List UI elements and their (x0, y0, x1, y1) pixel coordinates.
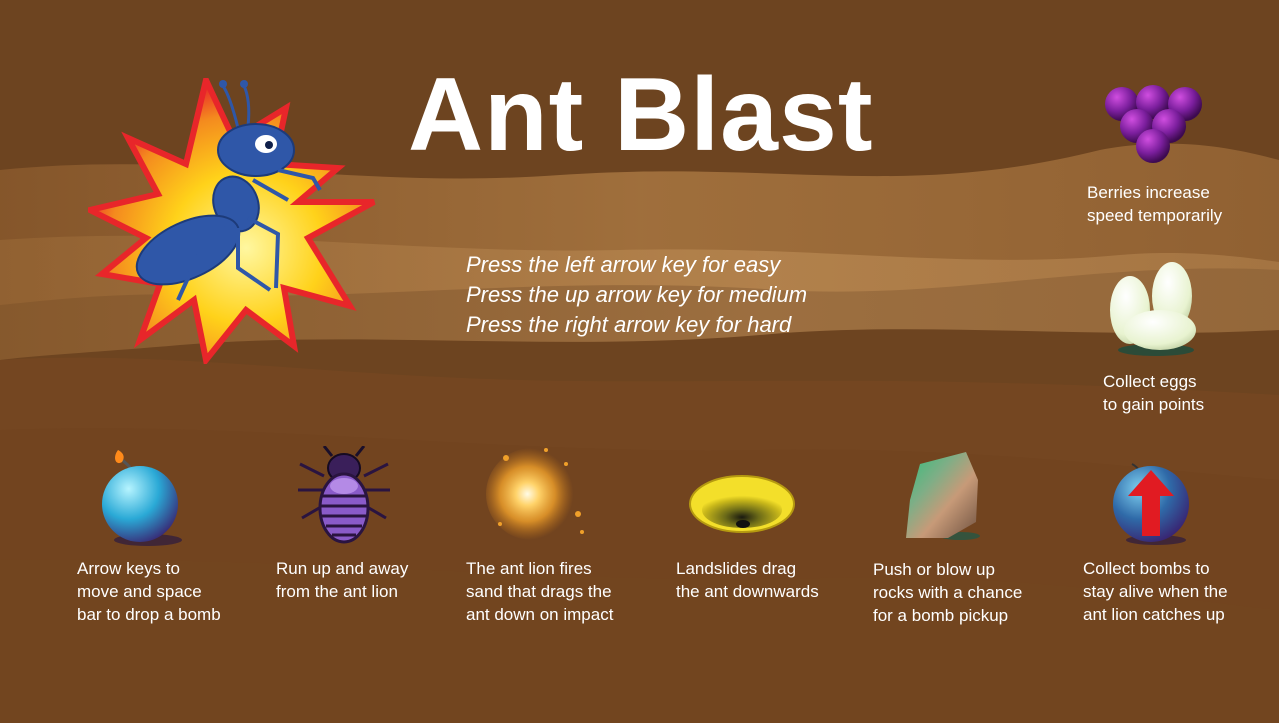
bomb-icon (102, 450, 182, 546)
rock-icon (906, 452, 980, 540)
landslide-hole-icon (689, 475, 795, 533)
eggs-icon (1110, 262, 1196, 356)
berries-icon (1105, 85, 1202, 163)
rock-caption: Push or blow up rocks with a chance for … (873, 560, 1023, 625)
landslide-caption: Landslides drag the ant downwards (676, 559, 819, 601)
title-screen: Ant Blast Press the left arrow key for e… (0, 0, 1279, 723)
sand-blast-caption: The ant lion fires sand that drags the a… (466, 559, 614, 624)
hard-instruction: Press the right arrow key for hard (466, 312, 792, 337)
eggs-caption: Collect eggs to gain points (1103, 372, 1205, 414)
easy-instruction: Press the left arrow key for easy (466, 252, 781, 277)
sand-blast-icon (486, 448, 584, 540)
ant-lion-icon (298, 446, 390, 544)
bomb-caption: Arrow keys to move and space bar to drop… (77, 559, 221, 624)
berries-caption: Berries increase speed temporarily (1087, 183, 1223, 225)
difficulty-instructions: Press the left arrow key for easy Press … (466, 250, 807, 340)
ant-explosion-logo (88, 78, 376, 364)
ant-lion-caption: Run up and away from the ant lion (276, 559, 409, 601)
bomb-pickup-icon (1113, 463, 1189, 545)
bomb-pickup-caption: Collect bombs to stay alive when the ant… (1083, 559, 1228, 624)
medium-instruction: Press the up arrow key for medium (466, 282, 808, 307)
game-title: Ant Blast (408, 57, 874, 173)
